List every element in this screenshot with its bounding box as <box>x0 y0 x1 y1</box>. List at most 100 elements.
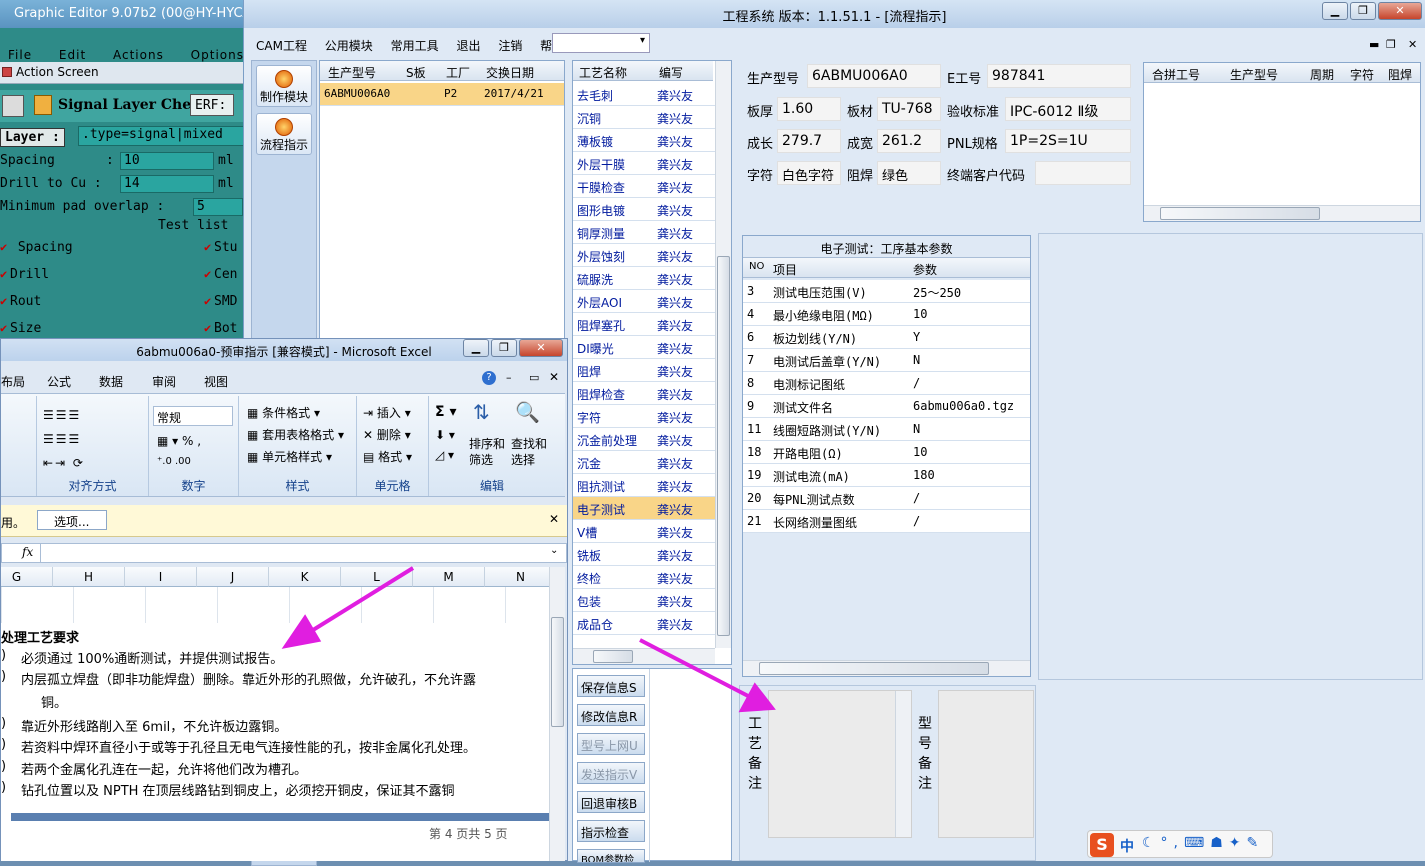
col-combine-cycle[interactable]: 周期 <box>1310 66 1334 83</box>
find-icon[interactable]: 🔍 <box>515 400 540 424</box>
e-field[interactable]: 987841 <box>987 64 1131 88</box>
process-row[interactable]: 铜厚测量 龚兴友 <box>573 221 715 244</box>
check-icon[interactable]: ✔ <box>204 241 214 253</box>
menu-public-module[interactable]: 公用模块 <box>325 39 373 53</box>
check-icon[interactable]: ✔ <box>204 322 214 334</box>
sheet-vscroll[interactable] <box>549 567 565 861</box>
param-row[interactable]: 19 测试电流(mA) 180 <box>743 464 1030 487</box>
tab-layout[interactable]: 布局 <box>1 373 25 390</box>
column-header[interactable]: L <box>341 567 413 587</box>
width-field[interactable]: 261.2 <box>877 129 941 153</box>
align-left-icons[interactable]: ☰☰☰ <box>43 432 81 446</box>
model-online-button[interactable]: 型号上网U <box>577 733 645 755</box>
process-row[interactable]: 薄板镀 龚兴友 <box>573 129 715 152</box>
sum-icon[interactable]: Σ ▾ <box>435 404 456 420</box>
column-header[interactable]: I <box>125 567 197 587</box>
insert-button[interactable]: ⇥ 插入 ▾ <box>363 404 411 421</box>
process-row[interactable]: 沉铜 龚兴友 <box>573 106 715 129</box>
process-row[interactable]: 沉金前处理 龚兴友 <box>573 428 715 451</box>
decimal-icons[interactable]: ⁺.0 .00 <box>157 456 191 467</box>
process-vscroll-thumb[interactable] <box>717 256 730 636</box>
sort-filter-button[interactable]: 排序和筛选 <box>469 436 509 468</box>
conditional-format-button[interactable]: ▦ 条件格式 ▾ <box>247 404 320 421</box>
tab-review[interactable]: 审阅 <box>152 373 176 390</box>
ribbon-minimize-icon[interactable]: – <box>506 371 512 384</box>
process-row[interactable]: 图形电镀 龚兴友 <box>573 198 715 221</box>
mdi-close-icon[interactable]: ✕ <box>1408 38 1417 51</box>
rollback-review-button[interactable]: 回退审核B <box>577 791 645 813</box>
message-close-icon[interactable]: ✕ <box>549 512 559 526</box>
process-row[interactable]: DI曝光 龚兴友 <box>573 336 715 359</box>
col-s[interactable]: S板 <box>406 64 426 81</box>
fx-icon[interactable]: fx <box>22 545 33 559</box>
formula-bar[interactable]: fx ⌄ <box>1 543 567 563</box>
process-vscroll[interactable] <box>715 61 731 648</box>
process-row[interactable]: 阻焊塞孔 龚兴友 <box>573 313 715 336</box>
param-row[interactable]: 6 板边划线(Y/N) Y <box>743 326 1030 349</box>
param-row[interactable]: 20 每PNL测试点数 / <box>743 487 1030 510</box>
param-row[interactable]: 9 测试文件名 6abmu006a0.tgz <box>743 395 1030 418</box>
ime-tool-icons[interactable]: ☾°,⌨☗✦✎ <box>1142 835 1264 851</box>
col-combine-no[interactable]: 合拼工号 <box>1152 66 1200 83</box>
process-row[interactable]: 硫脲洗 龚兴友 <box>573 267 715 290</box>
clear-icon[interactable]: ◿ ▾ <box>435 448 454 462</box>
sogou-icon[interactable]: S <box>1090 833 1114 857</box>
pnl-field[interactable]: 1P=2S=1U <box>1005 129 1131 153</box>
process-row[interactable]: 铣板 龚兴友 <box>573 543 715 566</box>
char-field[interactable]: 白色字符 <box>777 161 841 185</box>
layer-input[interactable]: .type=signal|mixed <box>78 126 245 146</box>
col-no[interactable]: NO <box>749 261 764 272</box>
param-row[interactable]: 3 测试电压范围(V) 25～250 <box>743 280 1030 303</box>
model-note-field[interactable] <box>938 690 1034 838</box>
customer-field[interactable] <box>1035 161 1131 185</box>
param-hscroll[interactable] <box>743 660 1030 676</box>
length-field[interactable]: 279.7 <box>777 129 841 153</box>
spacing-input[interactable]: 10 <box>120 152 214 170</box>
excel-maximize-icon[interactable]: ❐ <box>491 339 517 357</box>
table-format-button[interactable]: ▦ 套用表格格式 ▾ <box>247 426 344 443</box>
check-icon[interactable]: ✔ <box>204 295 214 307</box>
menu-logout[interactable]: 注销 <box>498 39 522 53</box>
process-row[interactable]: 阻焊 龚兴友 <box>573 359 715 382</box>
table-row[interactable]: 6ABMU006A0 P2 2017/4/21 <box>320 83 564 106</box>
mask-field[interactable]: 绿色 <box>877 161 941 185</box>
param-row[interactable]: 7 电测试后盖章(Y/N) N <box>743 349 1030 372</box>
tab-formula[interactable]: 公式 <box>47 373 71 390</box>
process-note-field[interactable] <box>768 690 912 838</box>
erf-button[interactable]: ERF: <box>190 94 234 116</box>
align-top-icons[interactable]: ☰☰☰ <box>43 408 81 422</box>
process-row[interactable]: 干膜检查 龚兴友 <box>573 175 715 198</box>
material-field[interactable]: TU-768 <box>877 97 941 121</box>
process-row[interactable]: 终检 龚兴友 <box>573 566 715 589</box>
menu-actions[interactable]: Actions <box>113 48 164 62</box>
mdi-minimize-icon[interactable]: ▬ <box>1369 38 1379 51</box>
check-icon[interactable]: ✔ <box>0 268 10 280</box>
worksheet[interactable]: GHIJKLMN 处理工艺要求 必须通过 100%通断测试，并提供测试报告。) 内… <box>1 567 549 861</box>
fill-icon[interactable]: ⬇ ▾ <box>435 428 455 442</box>
process-row[interactable]: 成品仓 龚兴友 <box>573 612 715 635</box>
param-row[interactable]: 4 最小绝缘电阻(MΩ) 10 <box>743 303 1030 326</box>
minimize-icon[interactable]: ▁ <box>1322 2 1348 20</box>
param-hscroll-thumb[interactable] <box>759 662 989 675</box>
process-row[interactable]: 外层蚀刻 龚兴友 <box>573 244 715 267</box>
column-header[interactable]: M <box>413 567 485 587</box>
process-row[interactable]: V槽 龚兴友 <box>573 520 715 543</box>
menu-edit[interactable]: Edit <box>59 48 86 62</box>
process-row[interactable]: 包装 龚兴友 <box>573 589 715 612</box>
find-select-button[interactable]: 查找和选择 <box>511 436 555 468</box>
currency-icon[interactable]: ▦ ▾ % , <box>157 434 201 448</box>
cell-style-button[interactable]: ▦ 单元格样式 ▾ <box>247 448 332 465</box>
sheet-vscroll-thumb[interactable] <box>551 617 564 727</box>
col-item[interactable]: 项目 <box>773 261 797 278</box>
thickness-field[interactable]: 1.60 <box>777 97 841 121</box>
tab-view[interactable]: 视图 <box>204 373 228 390</box>
process-row[interactable]: 去毛刺 龚兴友 <box>573 83 715 106</box>
param-row[interactable]: 21 长网络测量图纸 / <box>743 510 1030 533</box>
ribbon-close-icon[interactable]: ✕ <box>549 370 559 384</box>
toolbar-combo[interactable] <box>552 33 650 53</box>
col-model[interactable]: 生产型号 <box>328 64 376 81</box>
check-icon[interactable]: ✔ <box>0 241 10 253</box>
col-process-name[interactable]: 工艺名称 <box>579 64 627 81</box>
process-row[interactable]: 外层AOI 龚兴友 <box>573 290 715 313</box>
process-row[interactable]: 外层干膜 龚兴友 <box>573 152 715 175</box>
